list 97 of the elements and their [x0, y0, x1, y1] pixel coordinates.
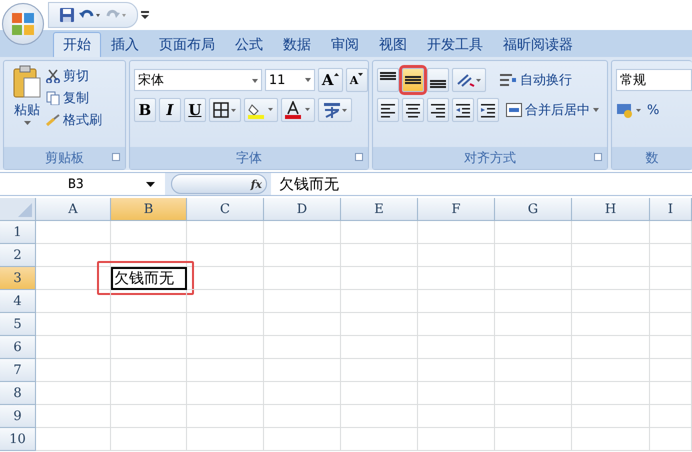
font-name-field[interactable]: 宋体 [134, 69, 262, 91]
align-bottom-button[interactable] [426, 68, 449, 92]
ribbon-tab[interactable]: 审阅 [321, 32, 369, 57]
paintbrush-icon [46, 113, 60, 127]
row-header[interactable]: 2 [0, 244, 36, 267]
dropdown-arrow-icon [252, 78, 258, 82]
cut-button[interactable]: 剪切 [46, 65, 102, 87]
coins-icon [616, 102, 644, 118]
wrap-text-icon [498, 72, 517, 88]
align-center-button[interactable] [402, 98, 424, 122]
align-right-icon [430, 102, 446, 118]
office-button[interactable] [2, 3, 44, 45]
save-icon[interactable] [59, 7, 75, 23]
wrap-text-button[interactable]: 自动换行 [498, 69, 572, 91]
font-size-field[interactable]: 11 [264, 69, 315, 91]
merge-center-button[interactable]: 合并后居中 [506, 99, 599, 121]
dialog-launcher-icon[interactable] [594, 153, 602, 161]
caret-down-icon [358, 72, 364, 76]
align-center-icon [404, 102, 421, 118]
ribbon-tab[interactable]: 福昕阅读器 [493, 32, 583, 57]
underline-button[interactable]: U [184, 98, 206, 122]
fill-color-button[interactable] [244, 98, 278, 122]
dialog-launcher-icon[interactable] [112, 153, 120, 161]
formula-input[interactable]: 欠钱而无 [271, 173, 692, 195]
column-header[interactable]: C [187, 198, 264, 221]
italic-button[interactable]: I [158, 98, 181, 122]
group-title: 字体 [236, 150, 262, 167]
scissors-icon [46, 69, 60, 83]
number-format-field[interactable]: 常规 [616, 69, 692, 91]
row-header[interactable]: 8 [0, 382, 36, 405]
copy-icon [46, 91, 60, 105]
row-header[interactable]: 9 [0, 405, 36, 428]
office-logo-icon [11, 12, 35, 36]
column-header[interactable]: A [36, 198, 111, 221]
column-header[interactable]: B [111, 198, 187, 221]
borders-button[interactable] [208, 98, 241, 122]
ribbon-tab[interactable]: 公式 [225, 32, 273, 57]
row-header[interactable]: 1 [0, 221, 36, 244]
ribbon-tab[interactable]: 插入 [101, 32, 149, 57]
phonetic-guide-icon [322, 101, 348, 119]
cell-text: 欠钱而无 [114, 268, 174, 288]
increase-indent-button[interactable] [476, 98, 499, 122]
decrease-indent-icon [454, 102, 471, 118]
dialog-launcher-icon[interactable] [354, 153, 363, 161]
insert-function-button[interactable]: fx [250, 178, 262, 190]
decrease-indent-button[interactable] [452, 98, 474, 122]
column-header[interactable]: G [495, 198, 572, 221]
ribbon-tab[interactable]: 数据 [273, 32, 321, 57]
dropdown-arrow-icon [304, 78, 311, 82]
align-left-button[interactable] [376, 98, 399, 122]
brush-button[interactable]: 格式刷 [46, 109, 102, 131]
percent-button[interactable]: % [647, 99, 660, 121]
column-header[interactable]: F [418, 198, 495, 221]
align-bottom-icon [430, 80, 446, 88]
align-top-icon [380, 72, 396, 80]
row-header[interactable]: 6 [0, 336, 36, 359]
column-header[interactable]: E [341, 198, 418, 221]
align-top-button[interactable] [376, 68, 399, 92]
row-header[interactable]: 10 [0, 428, 36, 451]
customize-toolbar-icon[interactable] [138, 9, 152, 21]
ribbon-tab[interactable]: 视图 [369, 32, 417, 57]
align-left-icon [380, 102, 396, 118]
caret-up-icon [334, 72, 339, 76]
column-header[interactable]: H [572, 198, 650, 221]
ribbon-tab[interactable]: 开始 [53, 32, 101, 57]
phonetic-button[interactable] [318, 98, 352, 122]
font-color-button[interactable] [280, 98, 315, 122]
name-box[interactable]: B3 [0, 173, 165, 195]
orientation-button[interactable] [452, 68, 486, 92]
row-header[interactable]: 7 [0, 359, 36, 382]
paste-button[interactable]: 粘贴 [8, 65, 46, 143]
dropdown-arrow-icon [146, 182, 155, 186]
angled-text-icon [456, 72, 482, 88]
group-title: 数 [646, 150, 658, 167]
copy-button[interactable]: 复制 [46, 87, 102, 109]
column-header[interactable]: D [264, 198, 341, 221]
bold-button[interactable]: B [134, 98, 156, 122]
increase-indent-icon [480, 102, 496, 118]
row-header[interactable]: 4 [0, 290, 36, 313]
row-header[interactable]: 3 [0, 267, 36, 290]
group-title: 对齐方式 [464, 150, 516, 167]
align-right-button[interactable] [426, 98, 449, 122]
grid-icon [212, 102, 237, 118]
grow-font-button[interactable]: A [318, 68, 343, 92]
shrink-font-button[interactable]: A [346, 68, 368, 92]
dropdown-arrow-icon [24, 121, 30, 125]
clipboard-icon [12, 65, 42, 99]
merge-cells-icon [506, 103, 522, 117]
row-header[interactable]: 5 [0, 313, 36, 336]
align-middle-button[interactable] [402, 68, 424, 92]
ribbon-tab[interactable]: 开发工具 [417, 32, 493, 57]
ribbon-tab[interactable]: 页面布局 [149, 32, 225, 57]
dropdown-arrow-icon [592, 108, 599, 112]
group-title: 剪贴板 [44, 150, 84, 167]
font-color-icon [284, 101, 311, 119]
align-middle-icon [404, 76, 421, 84]
column-header[interactable]: I [650, 198, 692, 221]
